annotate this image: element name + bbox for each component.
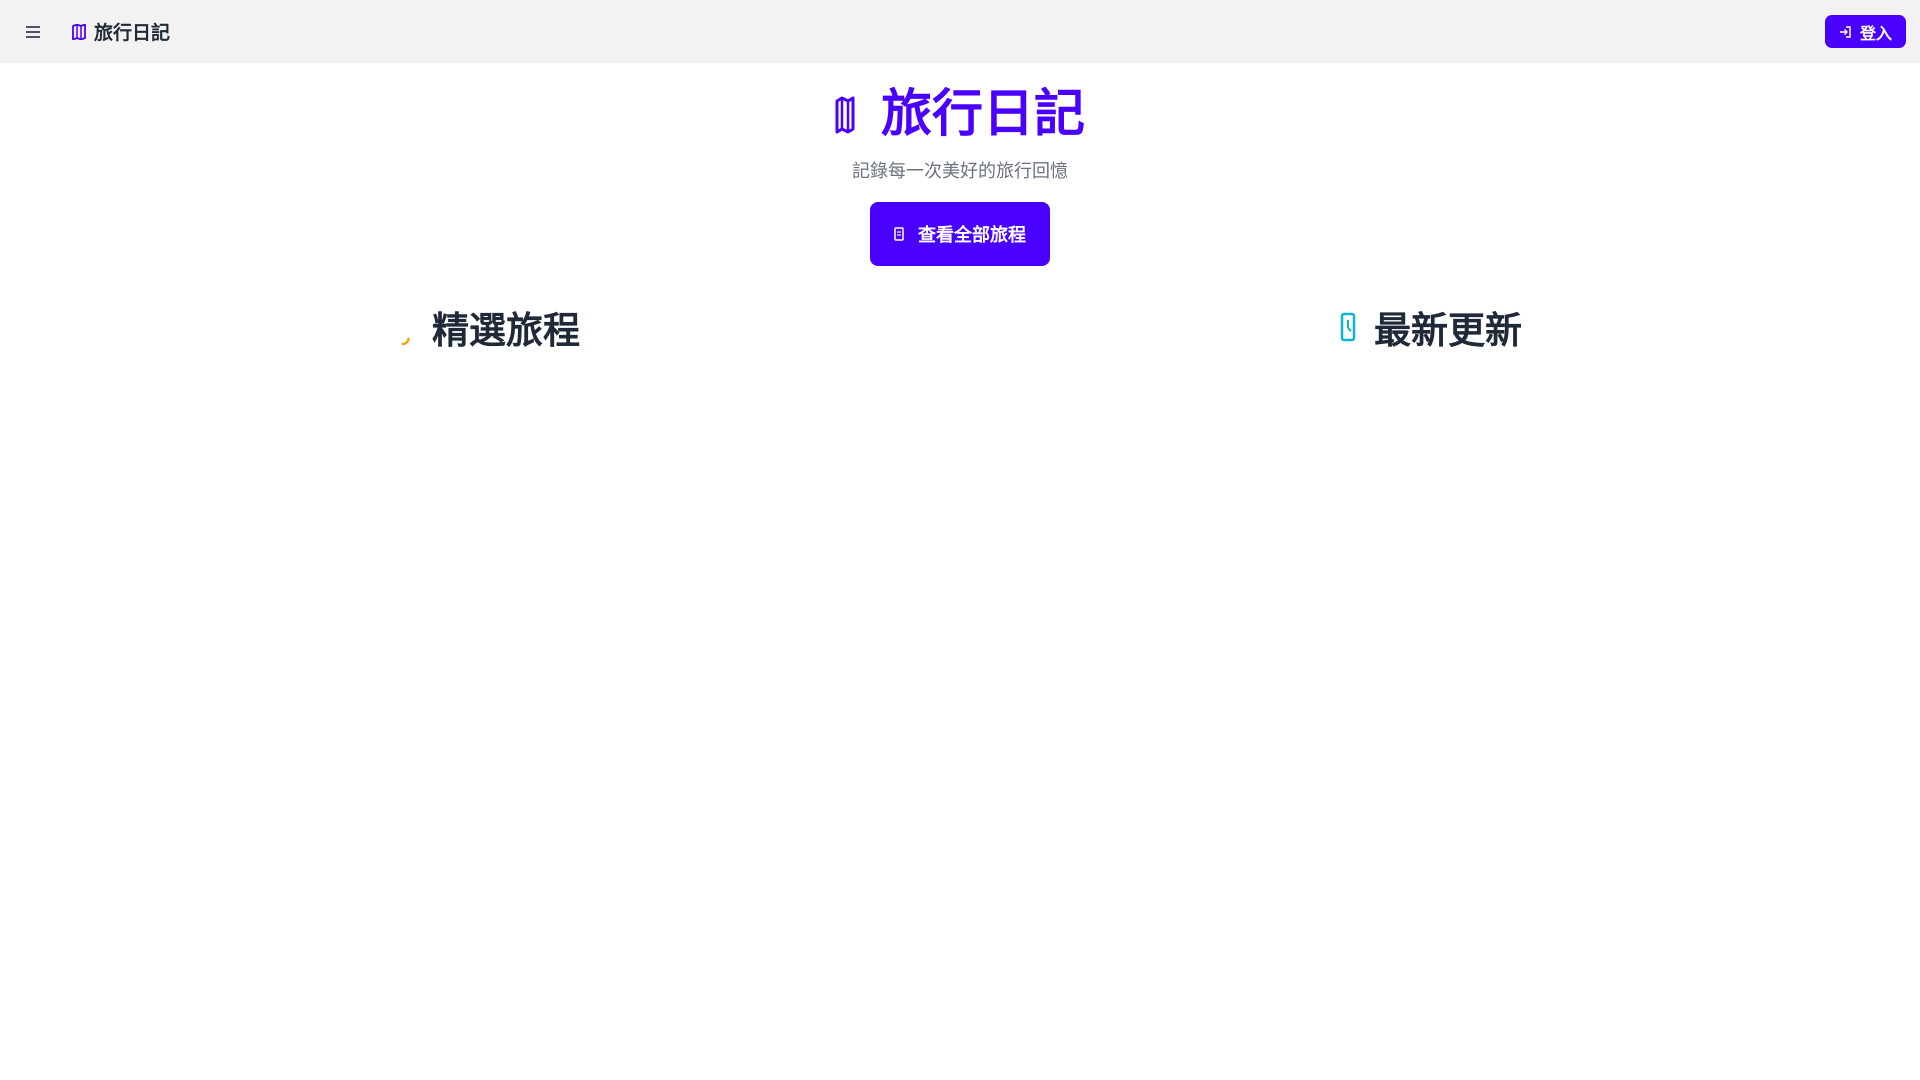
login-label: 登入 [1859,23,1892,43]
star-icon [401,337,410,346]
brand-link[interactable]: 旅行日記 [72,18,170,45]
list-icon [894,227,904,241]
top-navbar: 旅行日記 登入 [0,0,1920,63]
page-title: 旅行日記 [880,85,1085,144]
clock-icon [1340,312,1356,342]
login-button[interactable]: 登入 [1824,15,1906,48]
hamburger-menu-icon [26,25,40,38]
view-all-trips-label: 查看全部旅程 [918,225,1026,246]
hero-title-row: 旅行日記 [835,87,1085,143]
page-subtitle: 記錄每一次美好的旅行回憶 [852,161,1068,182]
menu-button[interactable] [22,21,44,43]
view-all-trips-button[interactable]: 查看全部旅程 [870,202,1050,266]
featured-trips-header: 精選旅程 [400,302,580,352]
featured-trips-title: 精選旅程 [432,309,580,352]
map-icon [835,96,855,134]
brand-label: 旅行日記 [94,22,171,44]
login-icon [1839,25,1851,38]
map-icon [72,23,86,40]
hero-section: 旅行日記 記錄每一次美好的旅行回憶 查看全部旅程 [0,63,1920,266]
latest-updates-header: 最新更新 [1340,302,1522,352]
latest-updates-title: 最新更新 [1374,309,1522,352]
